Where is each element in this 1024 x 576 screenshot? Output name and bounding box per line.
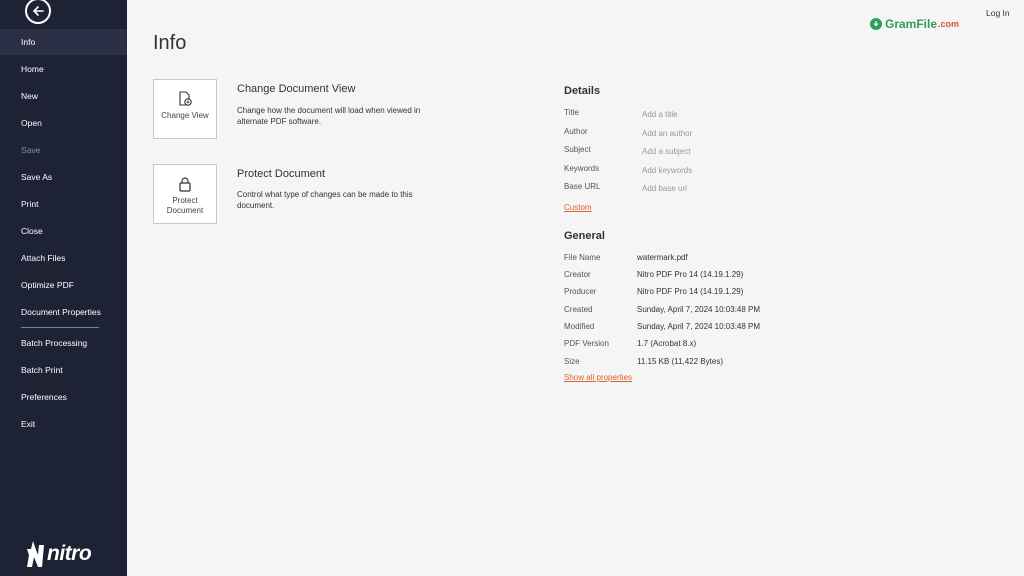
sidebar-item-document-properties[interactable]: Document Properties — [0, 299, 127, 325]
base-url-input[interactable]: Add base url — [642, 184, 687, 193]
title-input[interactable]: Add a title — [642, 110, 678, 119]
sidebar-item-save-as[interactable]: Save As — [0, 164, 127, 190]
change-view-button[interactable]: Change View — [153, 79, 217, 139]
protect-document-button[interactable]: Protect Document — [153, 164, 217, 224]
change-view-label: Change View — [161, 111, 209, 120]
back-arrow-icon[interactable] — [25, 0, 51, 24]
change-view-icon — [179, 91, 192, 106]
sidebar-item-optimize-pdf[interactable]: Optimize PDF — [0, 272, 127, 298]
login-link[interactable]: Log In — [986, 8, 1010, 18]
sidebar-item-new[interactable]: New — [0, 83, 127, 109]
size-label: Size — [564, 357, 580, 366]
sidebar-item-print[interactable]: Print — [0, 191, 127, 217]
sidebar-item-exit[interactable]: Exit — [0, 411, 127, 437]
sidebar-item-attach-files[interactable]: Attach Files — [0, 245, 127, 271]
producer-value: Nitro PDF Pro 14 (14.19.1.29) — [637, 287, 744, 296]
keywords-label: Keywords — [564, 164, 600, 173]
protect-document-title: Protect Document — [237, 168, 326, 180]
subject-input[interactable]: Add a subject — [642, 147, 690, 156]
title-label: Title — [564, 108, 579, 117]
details-heading: Details — [564, 85, 601, 97]
pdf-version-label: PDF Version — [564, 339, 609, 348]
sidebar-item-close[interactable]: Close — [0, 218, 127, 244]
subject-label: Subject — [564, 145, 591, 154]
sidebar-item-batch-processing[interactable]: Batch Processing — [0, 330, 127, 356]
author-label: Author — [564, 127, 588, 136]
author-input[interactable]: Add an author — [642, 129, 692, 138]
sidebar-item-preferences[interactable]: Preferences — [0, 384, 127, 410]
size-value: 11.15 KB (11,422 Bytes) — [637, 357, 723, 366]
watermark-suffix: .com — [938, 19, 960, 29]
change-view-title: Change Document View — [237, 83, 356, 95]
nitro-logo: nitro — [27, 541, 92, 567]
sidebar-item-home[interactable]: Home — [0, 56, 127, 82]
base-url-label: Base URL — [564, 182, 601, 191]
general-heading: General — [564, 230, 605, 242]
change-view-description: Change how the document will load when v… — [237, 106, 421, 126]
modified-label: Modified — [564, 322, 595, 331]
watermark-name: GramFile — [885, 17, 938, 31]
sidebar: Info Home New Open Save Save As Print Cl… — [0, 0, 127, 576]
file-name-label: File Name — [564, 253, 601, 262]
producer-label: Producer — [564, 287, 597, 296]
sidebar-item-info[interactable]: Info — [0, 29, 127, 55]
modified-value: Sunday, April 7, 2024 10:03:48 PM — [637, 322, 761, 331]
sidebar-item-open[interactable]: Open — [0, 110, 127, 136]
gramfile-logo-icon — [870, 18, 882, 30]
protect-document-description: Control what type of changes can be made… — [237, 190, 413, 210]
created-value: Sunday, April 7, 2024 10:03:48 PM — [637, 305, 761, 314]
pdf-version-value: 1.7 (Acrobat 8.x) — [637, 339, 697, 348]
sidebar-item-save: Save — [21, 145, 41, 155]
lock-icon — [179, 177, 191, 192]
protect-document-label: Protect Document — [166, 196, 204, 215]
created-label: Created — [564, 305, 593, 314]
logo-text: nitro — [47, 542, 92, 565]
custom-link[interactable]: Custom — [564, 203, 592, 212]
keywords-input[interactable]: Add keywords — [642, 166, 692, 175]
page-title: Info — [153, 32, 187, 54]
file-name-value: watermark.pdf — [637, 253, 688, 262]
creator-label: Creator — [564, 270, 591, 279]
sidebar-divider — [21, 327, 99, 328]
show-all-properties-link[interactable]: Show all properties — [564, 373, 632, 382]
creator-value: Nitro PDF Pro 14 (14.19.1.29) — [637, 270, 744, 279]
sidebar-item-batch-print[interactable]: Batch Print — [0, 357, 127, 383]
nitro-logo-icon — [27, 541, 44, 567]
gramfile-watermark: GramFile .com — [870, 17, 959, 31]
